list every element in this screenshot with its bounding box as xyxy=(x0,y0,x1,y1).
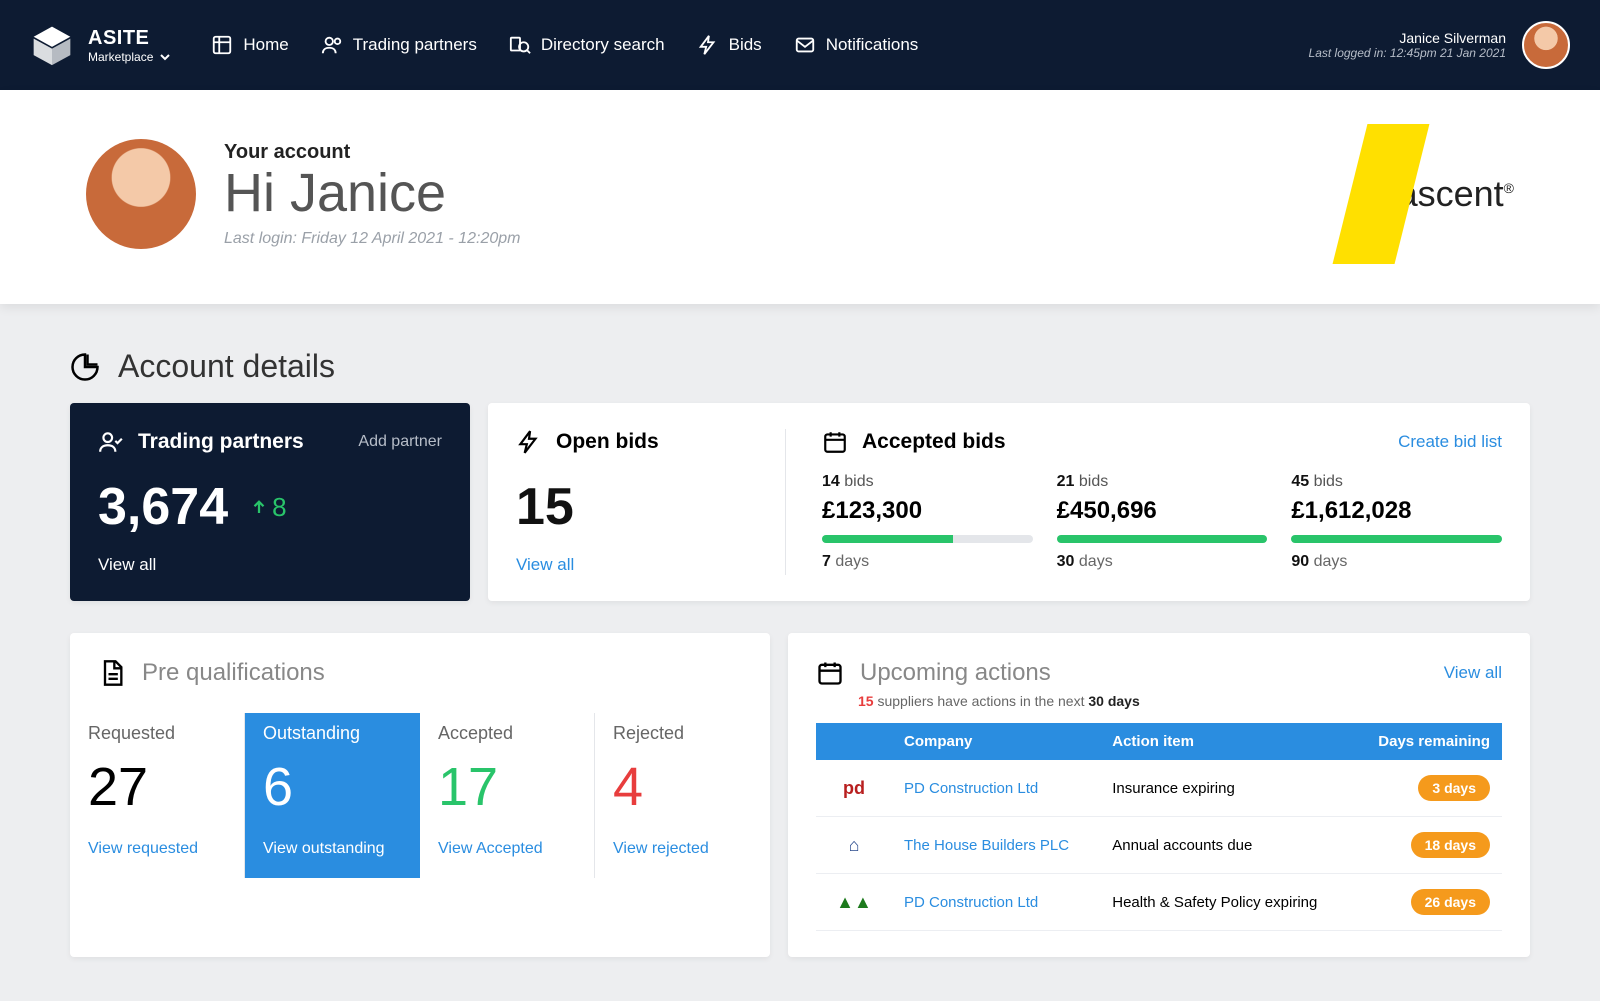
accepted-bids-title: Accepted bids xyxy=(862,430,1006,454)
calendar-icon xyxy=(822,429,848,455)
view-rejected-link[interactable]: View rejected xyxy=(613,840,752,858)
document-icon xyxy=(98,659,126,687)
upcoming-table: Company Action item Days remaining pd PD… xyxy=(816,723,1502,931)
hero-greeting: Hi Janice xyxy=(224,162,520,224)
section-title: Account details xyxy=(118,348,335,385)
table-row[interactable]: ▲▲ PD Construction Ltd Health & Safety P… xyxy=(816,874,1502,931)
topbar: ASITE Marketplace Home Trading partners … xyxy=(0,0,1600,90)
partners-icon xyxy=(98,429,124,455)
bolt-icon xyxy=(697,34,719,56)
upcoming-actions-card: Upcoming actions View all 15 suppliers h… xyxy=(788,633,1530,957)
company-logo-icon: ⌂ xyxy=(828,831,880,859)
view-requested-link[interactable]: View requested xyxy=(88,840,226,858)
company-link[interactable]: The House Builders PLC xyxy=(904,837,1069,854)
nav-trading-partners-label: Trading partners xyxy=(353,35,477,55)
topbar-user[interactable]: Janice Silverman Last logged in: 12:45pm… xyxy=(1309,21,1570,69)
nav-trading-partners[interactable]: Trading partners xyxy=(321,34,477,56)
home-icon xyxy=(211,34,233,56)
trading-partners-delta: 8 xyxy=(250,492,286,523)
accepted-col-90days: 45 bids £1,612,028 90 days xyxy=(1291,473,1502,571)
pq-title: Pre qualifications xyxy=(142,659,325,687)
action-item: Annual accounts due xyxy=(1100,817,1352,874)
th-company: Company xyxy=(892,723,1100,760)
trading-partners-count: 3,674 xyxy=(98,477,228,537)
th-action: Action item xyxy=(1100,723,1352,760)
view-all-open-bids-link[interactable]: View all xyxy=(516,555,574,575)
view-all-upcoming-link[interactable]: View all xyxy=(1444,663,1502,683)
pq-requested[interactable]: Requested 27 View requested xyxy=(70,713,245,878)
nav-directory-search[interactable]: Directory search xyxy=(509,34,665,56)
brand-sub: Marketplace xyxy=(88,50,153,64)
card-title: Trading partners xyxy=(138,430,304,454)
company-link[interactable]: PD Construction Ltd xyxy=(904,894,1038,911)
hero-last-login: Last login: Friday 12 April 2021 - 12:20… xyxy=(224,230,520,248)
pq-outstanding[interactable]: Outstanding 6 View outstanding xyxy=(245,713,420,878)
view-outstanding-link[interactable]: View outstanding xyxy=(263,840,402,858)
section-account-details: Account details xyxy=(70,348,1530,385)
company-logo-icon: pd xyxy=(828,774,880,802)
pq-rejected[interactable]: Rejected 4 View rejected xyxy=(595,713,770,878)
nav-home-label: Home xyxy=(243,35,288,55)
accepted-amount-2: £1,612,028 xyxy=(1291,497,1502,525)
company-logo-icon: ▲▲ xyxy=(828,888,880,916)
arrow-up-icon xyxy=(250,498,268,516)
add-partner-link[interactable]: Add partner xyxy=(358,433,442,451)
brand[interactable]: ASITE Marketplace xyxy=(30,23,171,67)
nav-bids-label: Bids xyxy=(729,35,762,55)
company-link[interactable]: PD Construction Ltd xyxy=(904,780,1038,797)
view-accepted-link[interactable]: View Accepted xyxy=(438,840,576,858)
accepted-amount-0: £123,300 xyxy=(822,497,1033,525)
hero: Your account Hi Janice Last login: Frida… xyxy=(0,90,1600,304)
action-item: Insurance expiring xyxy=(1100,760,1352,817)
days-pill: 3 days xyxy=(1418,775,1490,801)
open-bids-title: Open bids xyxy=(556,430,659,454)
upcoming-subtitle: 15 suppliers have actions in the next 30… xyxy=(858,693,1502,709)
nav-bids[interactable]: Bids xyxy=(697,34,762,56)
pre-qualifications-card: Pre qualifications Requested 27 View req… xyxy=(70,633,770,957)
pq-accepted-num: 17 xyxy=(438,756,576,818)
pie-icon xyxy=(70,352,100,382)
action-item: Health & Safety Policy expiring xyxy=(1100,874,1352,931)
bolt-icon xyxy=(516,429,542,455)
accepted-amount-1: £450,696 xyxy=(1057,497,1268,525)
brand-name: ASITE xyxy=(88,27,171,50)
table-row[interactable]: ⌂ The House Builders PLC Annual accounts… xyxy=(816,817,1502,874)
days-pill: 26 days xyxy=(1411,889,1490,915)
main-nav: Home Trading partners Directory search B… xyxy=(211,34,918,56)
view-all-partners-link[interactable]: View all xyxy=(98,555,156,575)
th-remaining: Days remaining xyxy=(1353,723,1502,760)
accepted-col-7days: 14 bids £123,300 7 days xyxy=(822,473,1033,571)
avatar[interactable] xyxy=(1522,21,1570,69)
table-row[interactable]: pd PD Construction Ltd Insurance expirin… xyxy=(816,760,1502,817)
chevron-down-icon[interactable] xyxy=(159,51,171,63)
user-name: Janice Silverman xyxy=(1309,30,1506,46)
search-icon xyxy=(509,34,531,56)
open-bids-count: 15 xyxy=(516,477,574,537)
nav-notifications-label: Notifications xyxy=(826,35,919,55)
pq-rejected-num: 4 xyxy=(613,756,752,818)
pq-requested-num: 27 xyxy=(88,756,226,818)
bids-card: Open bids 15 View all Accepted bids Crea… xyxy=(488,403,1530,601)
days-pill: 18 days xyxy=(1411,832,1490,858)
brand-cube-icon xyxy=(30,23,74,67)
pq-accepted[interactable]: Accepted 17 View Accepted xyxy=(420,713,595,878)
hero-eyebrow: Your account xyxy=(224,141,520,164)
avatar-large xyxy=(86,139,196,249)
calendar-icon xyxy=(816,659,844,687)
nav-directory-search-label: Directory search xyxy=(541,35,665,55)
pq-outstanding-num: 6 xyxy=(263,756,402,818)
mail-icon xyxy=(794,34,816,56)
nav-notifications[interactable]: Notifications xyxy=(794,34,919,56)
company-logo-r: ® xyxy=(1504,180,1514,196)
upcoming-title: Upcoming actions xyxy=(860,659,1051,687)
accepted-col-30days: 21 bids £450,696 30 days xyxy=(1057,473,1268,571)
partners-icon xyxy=(321,34,343,56)
company-logo: ascent® xyxy=(1350,124,1514,264)
trading-partners-card: Trading partners Add partner 3,674 8 Vie… xyxy=(70,403,470,601)
user-last-login-top: Last logged in: 12:45pm 21 Jan 2021 xyxy=(1309,46,1506,60)
nav-home[interactable]: Home xyxy=(211,34,288,56)
create-bid-list-link[interactable]: Create bid list xyxy=(1398,432,1502,452)
